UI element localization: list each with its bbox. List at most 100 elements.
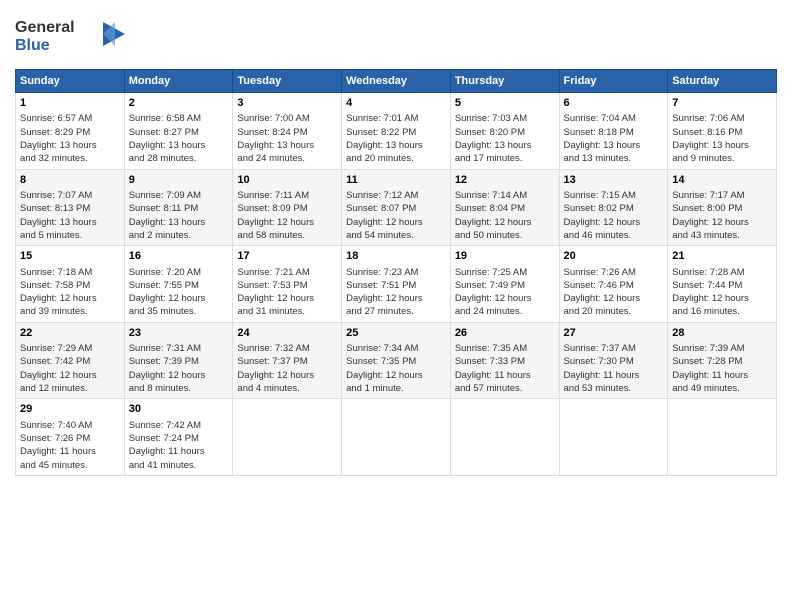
calendar-container: General Blue SundayMondayTuesdayWednesda… [0, 0, 792, 612]
day-header-tuesday: Tuesday [233, 70, 342, 93]
day-number: 25 [346, 326, 446, 341]
day-info: Sunrise: 7:01 AM Sunset: 8:22 PM Dayligh… [346, 112, 446, 165]
day-header-friday: Friday [559, 70, 668, 93]
calendar-table: SundayMondayTuesdayWednesdayThursdayFrid… [15, 69, 777, 476]
day-number: 1 [20, 96, 120, 111]
calendar-cell: 7Sunrise: 7:06 AM Sunset: 8:16 PM Daylig… [668, 93, 777, 170]
day-info: Sunrise: 7:31 AM Sunset: 7:39 PM Dayligh… [129, 342, 229, 395]
day-number: 29 [20, 402, 120, 417]
calendar-cell [342, 399, 451, 476]
calendar-cell: 18 Sunrise: 7:23 AM Sunset: 7:51 PM Dayli… [342, 246, 451, 323]
day-number: 24 [237, 326, 337, 341]
day-number: 6 [564, 96, 664, 111]
calendar-cell [559, 399, 668, 476]
calendar-cell: 15 Sunrise: 7:18 AM Sunset: 7:58 PM Dayli… [16, 246, 125, 323]
day-number: 15 [20, 249, 120, 264]
day-number: 2 [129, 96, 229, 111]
day-info: Sunrise: 7:15 AM Sunset: 8:02 PM Dayligh… [564, 189, 664, 242]
day-info: Sunrise: 7:42 AM Sunset: 7:24 PM Dayligh… [129, 419, 229, 472]
day-header-wednesday: Wednesday [342, 70, 451, 93]
calendar-cell: 4Sunrise: 7:01 AM Sunset: 8:22 PM Daylig… [342, 93, 451, 170]
day-info: Sunrise: 7:09 AM Sunset: 8:11 PM Dayligh… [129, 189, 229, 242]
day-number: 5 [455, 96, 555, 111]
calendar-cell: 24Sunrise: 7:32 AM Sunset: 7:37 PM Dayli… [233, 322, 342, 399]
header-row-days: SundayMondayTuesdayWednesdayThursdayFrid… [16, 70, 777, 93]
calendar-cell: 23Sunrise: 7:31 AM Sunset: 7:39 PM Dayli… [124, 322, 233, 399]
calendar-cell: 28Sunrise: 7:39 AM Sunset: 7:28 PM Dayli… [668, 322, 777, 399]
day-number: 27 [564, 326, 664, 341]
calendar-cell: 16 Sunrise: 7:20 AM Sunset: 7:55 PM Dayli… [124, 246, 233, 323]
day-number: 14 [672, 173, 772, 188]
day-number: 17 [237, 249, 337, 264]
day-header-sunday: Sunday [16, 70, 125, 93]
header-row: General Blue [15, 10, 777, 61]
day-number: 26 [455, 326, 555, 341]
day-number: 13 [564, 173, 664, 188]
day-number: 8 [20, 173, 120, 188]
day-number: 28 [672, 326, 772, 341]
day-info: Sunrise: 7:12 AM Sunset: 8:07 PM Dayligh… [346, 189, 446, 242]
calendar-cell: 5Sunrise: 7:03 AM Sunset: 8:20 PM Daylig… [450, 93, 559, 170]
day-number: 16 [129, 249, 229, 264]
calendar-cell: 30 Sunrise: 7:42 AM Sunset: 7:24 PM Dayli… [124, 399, 233, 476]
day-info: Sunrise: 7:21 AM Sunset: 7:53 PM Dayligh… [237, 266, 337, 319]
calendar-cell: 9Sunrise: 7:09 AM Sunset: 8:11 PM Daylig… [124, 169, 233, 246]
calendar-cell: 29 Sunrise: 7:40 AM Sunset: 7:26 PM Dayli… [16, 399, 125, 476]
day-info: Sunrise: 7:40 AM Sunset: 7:26 PM Dayligh… [20, 419, 120, 472]
calendar-cell [668, 399, 777, 476]
calendar-cell: 21Sunrise: 7:28 AM Sunset: 7:44 PM Dayli… [668, 246, 777, 323]
day-info: Sunrise: 7:17 AM Sunset: 8:00 PM Dayligh… [672, 189, 772, 242]
day-number: 30 [129, 402, 229, 417]
day-info: Sunrise: 6:58 AM Sunset: 8:27 PM Dayligh… [129, 112, 229, 165]
calendar-cell [233, 399, 342, 476]
day-info: Sunrise: 7:14 AM Sunset: 8:04 PM Dayligh… [455, 189, 555, 242]
calendar-cell: 17 Sunrise: 7:21 AM Sunset: 7:53 PM Dayli… [233, 246, 342, 323]
day-info: Sunrise: 7:35 AM Sunset: 7:33 PM Dayligh… [455, 342, 555, 395]
day-header-monday: Monday [124, 70, 233, 93]
day-number: 20 [564, 249, 664, 264]
day-info: Sunrise: 7:07 AM Sunset: 8:13 PM Dayligh… [20, 189, 120, 242]
day-info: Sunrise: 7:26 AM Sunset: 7:46 PM Dayligh… [564, 266, 664, 319]
day-number: 23 [129, 326, 229, 341]
calendar-cell: 22Sunrise: 7:29 AM Sunset: 7:42 PM Dayli… [16, 322, 125, 399]
day-number: 19 [455, 249, 555, 264]
day-number: 7 [672, 96, 772, 111]
day-info: Sunrise: 7:20 AM Sunset: 7:55 PM Dayligh… [129, 266, 229, 319]
day-number: 12 [455, 173, 555, 188]
logo: General Blue [15, 14, 125, 61]
day-info: Sunrise: 7:03 AM Sunset: 8:20 PM Dayligh… [455, 112, 555, 165]
calendar-cell: 14Sunrise: 7:17 AM Sunset: 8:00 PM Dayli… [668, 169, 777, 246]
day-info: Sunrise: 7:29 AM Sunset: 7:42 PM Dayligh… [20, 342, 120, 395]
day-info: Sunrise: 7:39 AM Sunset: 7:28 PM Dayligh… [672, 342, 772, 395]
logo-text: General Blue [15, 14, 125, 61]
calendar-cell: 1Sunrise: 6:57 AM Sunset: 8:29 PM Daylig… [16, 93, 125, 170]
day-header-thursday: Thursday [450, 70, 559, 93]
calendar-cell: 10Sunrise: 7:11 AM Sunset: 8:09 PM Dayli… [233, 169, 342, 246]
calendar-cell: 12Sunrise: 7:14 AM Sunset: 8:04 PM Dayli… [450, 169, 559, 246]
day-number: 18 [346, 249, 446, 264]
calendar-cell: 2Sunrise: 6:58 AM Sunset: 8:27 PM Daylig… [124, 93, 233, 170]
calendar-cell: 8Sunrise: 7:07 AM Sunset: 8:13 PM Daylig… [16, 169, 125, 246]
day-info: Sunrise: 7:34 AM Sunset: 7:35 PM Dayligh… [346, 342, 446, 395]
calendar-cell: 11Sunrise: 7:12 AM Sunset: 8:07 PM Dayli… [342, 169, 451, 246]
day-number: 3 [237, 96, 337, 111]
calendar-cell: 20 Sunrise: 7:26 AM Sunset: 7:46 PM Dayli… [559, 246, 668, 323]
day-info: Sunrise: 7:18 AM Sunset: 7:58 PM Dayligh… [20, 266, 120, 319]
calendar-cell: 13Sunrise: 7:15 AM Sunset: 8:02 PM Dayli… [559, 169, 668, 246]
day-number: 4 [346, 96, 446, 111]
day-header-saturday: Saturday [668, 70, 777, 93]
day-info: Sunrise: 7:00 AM Sunset: 8:24 PM Dayligh… [237, 112, 337, 165]
day-info: Sunrise: 7:37 AM Sunset: 7:30 PM Dayligh… [564, 342, 664, 395]
calendar-cell: 6Sunrise: 7:04 AM Sunset: 8:18 PM Daylig… [559, 93, 668, 170]
calendar-cell: 27Sunrise: 7:37 AM Sunset: 7:30 PM Dayli… [559, 322, 668, 399]
calendar-cell: 25Sunrise: 7:34 AM Sunset: 7:35 PM Dayli… [342, 322, 451, 399]
day-info: Sunrise: 6:57 AM Sunset: 8:29 PM Dayligh… [20, 112, 120, 165]
day-info: Sunrise: 7:06 AM Sunset: 8:16 PM Dayligh… [672, 112, 772, 165]
day-number: 11 [346, 173, 446, 188]
calendar-cell [450, 399, 559, 476]
day-info: Sunrise: 7:25 AM Sunset: 7:49 PM Dayligh… [455, 266, 555, 319]
day-info: Sunrise: 7:28 AM Sunset: 7:44 PM Dayligh… [672, 266, 772, 319]
svg-text:General: General [15, 19, 75, 36]
day-info: Sunrise: 7:23 AM Sunset: 7:51 PM Dayligh… [346, 266, 446, 319]
day-info: Sunrise: 7:11 AM Sunset: 8:09 PM Dayligh… [237, 189, 337, 242]
